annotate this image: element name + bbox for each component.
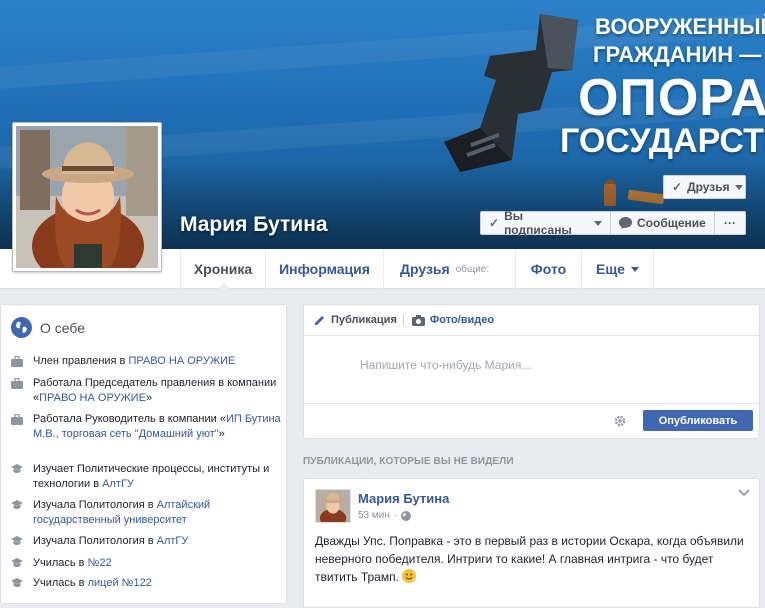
subscribed-button-label: Вы подписаны bbox=[504, 209, 572, 237]
about-header: О себе bbox=[11, 317, 85, 338]
tab-friends[interactable]: Друзья общие: bbox=[384, 249, 516, 289]
friends-button[interactable]: ✓ Друзья bbox=[663, 175, 746, 199]
about-item-link[interactable]: АлтГУ bbox=[157, 535, 189, 547]
tab-more[interactable]: Еще bbox=[582, 249, 654, 289]
about-panel: О себе Член правления в ПРАВО НА ОРУЖИЕ Р… bbox=[0, 304, 287, 604]
more-options-button[interactable]: ··· bbox=[714, 211, 746, 235]
about-item: Училась в лицей №122 bbox=[11, 576, 281, 594]
graduation-cap-icon bbox=[11, 536, 25, 552]
about-item: Изучала Политология в АлтГУ bbox=[11, 534, 281, 552]
messenger-icon bbox=[619, 217, 632, 229]
tab-label: Друзья bbox=[400, 261, 450, 277]
cover-slogan: ГОСУДАРСТВА bbox=[560, 122, 765, 160]
feed-post: Мария Бутина 53 мин · Дважды Упс. Поправ… bbox=[303, 478, 760, 608]
more-options-label: ··· bbox=[724, 216, 736, 230]
about-item: Изучала Политология в Алтайский государс… bbox=[11, 498, 281, 528]
composer-tab-post-label: Публикация bbox=[331, 314, 397, 326]
friends-button-label: Друзья bbox=[687, 180, 730, 194]
graduation-cap-icon bbox=[11, 558, 25, 574]
about-item-text: Член правления в ПРАВО НА ОРУЖИЕ bbox=[33, 354, 235, 372]
globe-icon bbox=[401, 510, 412, 521]
publish-button[interactable]: Опубликовать bbox=[643, 410, 753, 431]
composer-tab-photo[interactable]: Фото/видео bbox=[402, 314, 495, 326]
about-item-link[interactable]: лицей №122 bbox=[88, 577, 152, 589]
smile-emoji-icon bbox=[402, 569, 417, 583]
about-item: Работала Председатель правления в компан… bbox=[11, 376, 281, 406]
post-composer: Публикация Фото/видео Напишите что-нибуд… bbox=[303, 304, 760, 439]
graduation-cap-icon bbox=[11, 464, 25, 492]
about-title: О себе bbox=[40, 319, 86, 336]
cover-slogan: ОПОРА bbox=[578, 69, 765, 127]
about-item-prefix: Училась в bbox=[33, 577, 88, 589]
tab-photos[interactable]: Фото bbox=[516, 249, 582, 289]
about-item-link[interactable]: ПРАВО НА ОРУЖИЕ bbox=[39, 392, 146, 404]
about-item-link[interactable]: ПРАВО НА ОРУЖИЕ bbox=[128, 355, 235, 367]
about-item-prefix: Училась в bbox=[33, 557, 88, 569]
about-item-text: Училась в лицей №122 bbox=[33, 576, 152, 594]
about-item: Изучает Политические процессы, институты… bbox=[11, 462, 281, 492]
tab-timeline[interactable]: Хроника bbox=[180, 249, 266, 290]
about-item-prefix: Изучает Политические процессы, институты… bbox=[33, 463, 270, 490]
post-body: Дважды Упс. Поправка - это в первый раз … bbox=[315, 534, 744, 584]
briefcase-icon bbox=[11, 413, 25, 442]
post-author-avatar[interactable] bbox=[315, 489, 351, 523]
chevron-down-icon[interactable] bbox=[738, 489, 750, 497]
about-item: Член правления в ПРАВО НА ОРУЖИЕ bbox=[11, 354, 281, 372]
graduation-cap-icon bbox=[11, 500, 25, 528]
globe-icon bbox=[11, 317, 32, 338]
dot-separator: · bbox=[393, 510, 398, 521]
about-item-suffix: » bbox=[218, 428, 225, 440]
about-item: Училась в №22 bbox=[11, 556, 281, 574]
tab-label: Информация bbox=[279, 261, 370, 277]
about-item-text: Изучала Политология в Алтайский государс… bbox=[33, 498, 281, 528]
about-item-text: Училась в №22 bbox=[33, 556, 112, 574]
about-item-suffix: » bbox=[145, 392, 153, 404]
about-item-link[interactable]: АлтГУ bbox=[102, 478, 134, 490]
profile-name[interactable]: Мария Бутина bbox=[180, 213, 328, 237]
about-item-prefix: Работала Руководитель в компании « bbox=[33, 413, 226, 425]
composer-tabs: Публикация Фото/видео bbox=[304, 305, 759, 336]
post-time-text: 53 мин bbox=[358, 510, 390, 521]
about-item-prefix: Член правления в bbox=[33, 355, 129, 367]
about-item-prefix: Изучала Политология в bbox=[33, 499, 157, 511]
about-item: Работала Руководитель в компании «ИП Бут… bbox=[11, 412, 281, 442]
about-item-link[interactable]: №22 bbox=[88, 557, 112, 569]
mutual-friends-label: общие: bbox=[455, 263, 490, 275]
graduation-cap-icon bbox=[11, 578, 25, 594]
composer-tab-post[interactable]: Публикация bbox=[314, 314, 397, 326]
composer-tab-photo-label: Фото/видео bbox=[429, 314, 495, 326]
message-button[interactable]: Сообщение bbox=[610, 211, 715, 235]
tab-label: Хроника bbox=[193, 261, 253, 277]
unseen-posts-header: ПУБЛИКАЦИИ, КОТОРЫЕ ВЫ НЕ ВИДЕЛИ bbox=[303, 456, 514, 467]
composer-input[interactable]: Напишите что-нибудь Мария... bbox=[360, 358, 531, 372]
post-text: Дважды Упс. Поправка - это в первый раз … bbox=[315, 532, 755, 586]
tab-about[interactable]: Информация bbox=[266, 249, 384, 289]
tab-label: Фото bbox=[530, 261, 567, 277]
subscribed-button[interactable]: ✓ Вы подписаны bbox=[480, 209, 611, 237]
about-item-text: Изучает Политические процессы, институты… bbox=[33, 462, 281, 492]
message-button-label: Сообщение bbox=[637, 216, 706, 230]
tab-label: Еще bbox=[596, 261, 625, 277]
chevron-down-icon bbox=[594, 220, 602, 226]
post-author-name[interactable]: Мария Бутина bbox=[358, 491, 449, 506]
post-timestamp[interactable]: 53 мин · bbox=[358, 510, 412, 521]
cover-slogan: ГРАЖДАНИН — bbox=[593, 42, 762, 67]
profile-photo bbox=[16, 126, 158, 268]
pencil-icon bbox=[315, 316, 324, 325]
chevron-down-icon bbox=[734, 184, 743, 190]
cover-slogan: ВООРУЖЕННЫЙ bbox=[595, 14, 765, 39]
gear-icon[interactable] bbox=[614, 415, 626, 427]
briefcase-icon bbox=[11, 355, 25, 372]
checkmark-icon: ✓ bbox=[489, 216, 500, 230]
profile-picture[interactable] bbox=[12, 122, 162, 272]
about-item-text: Работала Председатель правления в компан… bbox=[33, 376, 281, 406]
camera-icon bbox=[411, 314, 425, 326]
about-item-text: Изучала Политология в АлтГУ bbox=[33, 534, 188, 552]
about-item-text: Работала Руководитель в компании «ИП Бут… bbox=[33, 412, 281, 442]
briefcase-icon bbox=[11, 377, 25, 406]
checkmark-icon: ✓ bbox=[672, 180, 683, 194]
composer-footer: Опубликовать bbox=[304, 403, 759, 439]
chevron-down-icon bbox=[630, 266, 639, 272]
about-item-prefix: Изучала Политология в bbox=[33, 535, 157, 547]
